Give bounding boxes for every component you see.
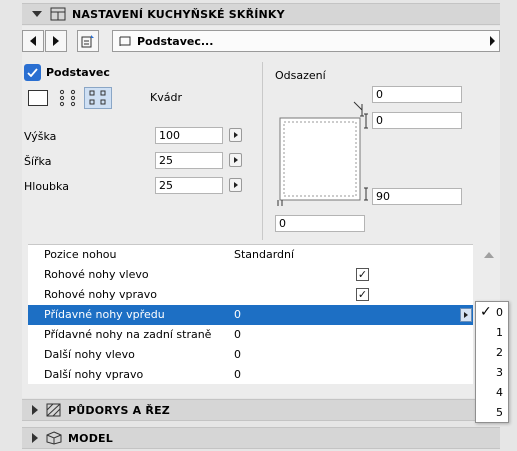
toolbar: Podstavec... <box>22 30 500 52</box>
table-row-selected[interactable]: Přídavné nohy vpředu 0 <box>28 305 473 325</box>
offset-top2-input[interactable]: 0 <box>372 112 462 129</box>
shape-box-option[interactable] <box>28 90 48 106</box>
base-checkbox[interactable] <box>24 64 41 81</box>
offset-diagram-graphic <box>277 101 368 206</box>
section-title: NASTAVENÍ KUCHYŇSKÉ SKŘÍNKY <box>72 7 285 21</box>
popup-option[interactable]: 5 <box>476 403 508 423</box>
arrow-left-icon <box>30 36 36 46</box>
row-label: Pozice nohou <box>44 248 117 261</box>
section-title: MODEL <box>68 431 113 445</box>
row-label: Přídavné nohy vpředu <box>44 308 165 321</box>
row-label: Přídavné nohy na zadní straně <box>44 328 212 341</box>
floorplan-icon <box>46 403 62 417</box>
offset-right-input[interactable]: 90 <box>372 188 462 205</box>
height-input[interactable]: 100 <box>155 127 223 144</box>
row-label: Další nohy vpravo <box>44 368 144 381</box>
arrow-right-icon <box>53 36 59 46</box>
popup-option[interactable]: 1 <box>476 323 508 343</box>
base-checkbox-label: Podstavec <box>46 66 110 79</box>
expand-arrow-icon[interactable] <box>32 405 38 415</box>
offset-diagram <box>276 100 368 206</box>
table-row[interactable]: Pozice nohou Standardní <box>28 245 473 265</box>
width-input[interactable]: 25 <box>155 152 223 169</box>
next-button[interactable] <box>45 30 67 52</box>
shape-label: Kvádr <box>150 91 182 104</box>
row-label: Rohové nohy vpravo <box>44 288 158 301</box>
row-label: Rohové nohy vlevo <box>44 268 149 281</box>
row-value[interactable]: 0 <box>234 305 241 325</box>
cabinet-settings-icon <box>50 7 66 21</box>
favorites-icon <box>81 35 94 48</box>
value-popup-list: ✓ 0 1 2 3 4 5 <box>475 301 509 423</box>
corner-right-checkbox[interactable]: ✓ <box>356 288 369 301</box>
popup-option[interactable]: 3 <box>476 363 508 383</box>
subsection-dropdown[interactable]: Podstavec... <box>112 30 500 52</box>
checkmark-icon <box>27 68 38 77</box>
dropdown-value: Podstavec... <box>137 34 214 48</box>
row-label: Další nohy vlevo <box>44 348 135 361</box>
width-label: Šířka <box>24 155 52 168</box>
table-row[interactable]: Rohové nohy vpravo ✓ <box>28 285 473 305</box>
table-row[interactable]: Další nohy vpravo 0 <box>28 365 473 385</box>
prev-button[interactable] <box>22 30 44 52</box>
section-header-settings[interactable]: NASTAVENÍ KUCHYŇSKÉ SKŘÍNKY <box>22 3 500 25</box>
favorites-button[interactable] <box>77 30 99 52</box>
height-link-button[interactable] <box>229 128 242 142</box>
width-link-button[interactable] <box>229 153 242 167</box>
corner-left-checkbox[interactable]: ✓ <box>356 268 369 281</box>
dropdown-arrow-icon <box>490 36 495 46</box>
table-row[interactable]: Další nohy vlevo 0 <box>28 345 473 365</box>
section-header-model[interactable]: MODEL <box>22 427 500 449</box>
dropdown-arrow-icon <box>464 312 468 318</box>
dots-icon <box>59 89 76 107</box>
offset-top-input[interactable]: 0 <box>372 86 462 103</box>
height-label: Výška <box>24 130 57 143</box>
row-value[interactable]: 0 <box>234 325 241 345</box>
shape-dots-option[interactable] <box>57 88 79 108</box>
shape-squares-option[interactable] <box>84 87 112 109</box>
offset-bottom-input[interactable]: 0 <box>275 215 365 232</box>
squares-icon <box>89 90 106 105</box>
base-icon <box>119 36 131 46</box>
depth-label: Hloubka <box>24 180 69 193</box>
popup-option[interactable]: 4 <box>476 383 508 403</box>
model-cube-icon <box>46 431 62 445</box>
vertical-divider <box>262 62 263 240</box>
expand-arrow-icon[interactable] <box>32 433 38 443</box>
collapse-arrow-icon[interactable] <box>32 11 42 17</box>
section-title: PŮDORYS A ŘEZ <box>68 403 170 417</box>
offset-label: Odsazení <box>275 69 326 82</box>
table-row[interactable]: Přídavné nohy na zadní straně 0 <box>28 325 473 345</box>
table-row[interactable]: Rohové nohy vlevo ✓ <box>28 265 473 285</box>
row-value[interactable]: 0 <box>234 345 241 365</box>
popup-option[interactable]: 2 <box>476 343 508 363</box>
depth-input[interactable]: 25 <box>155 177 223 194</box>
popup-option[interactable]: 0 <box>476 303 508 323</box>
row-value[interactable]: Standardní <box>234 245 294 265</box>
section-header-floorplan[interactable]: PŮDORYS A ŘEZ <box>22 399 500 421</box>
scroll-up-icon[interactable] <box>484 252 494 258</box>
row-value[interactable]: 0 <box>234 365 241 385</box>
depth-link-button[interactable] <box>229 178 242 192</box>
row-dropdown-button[interactable] <box>460 308 472 322</box>
legs-table: Pozice nohou Standardní Rohové nohy vlev… <box>28 244 473 384</box>
